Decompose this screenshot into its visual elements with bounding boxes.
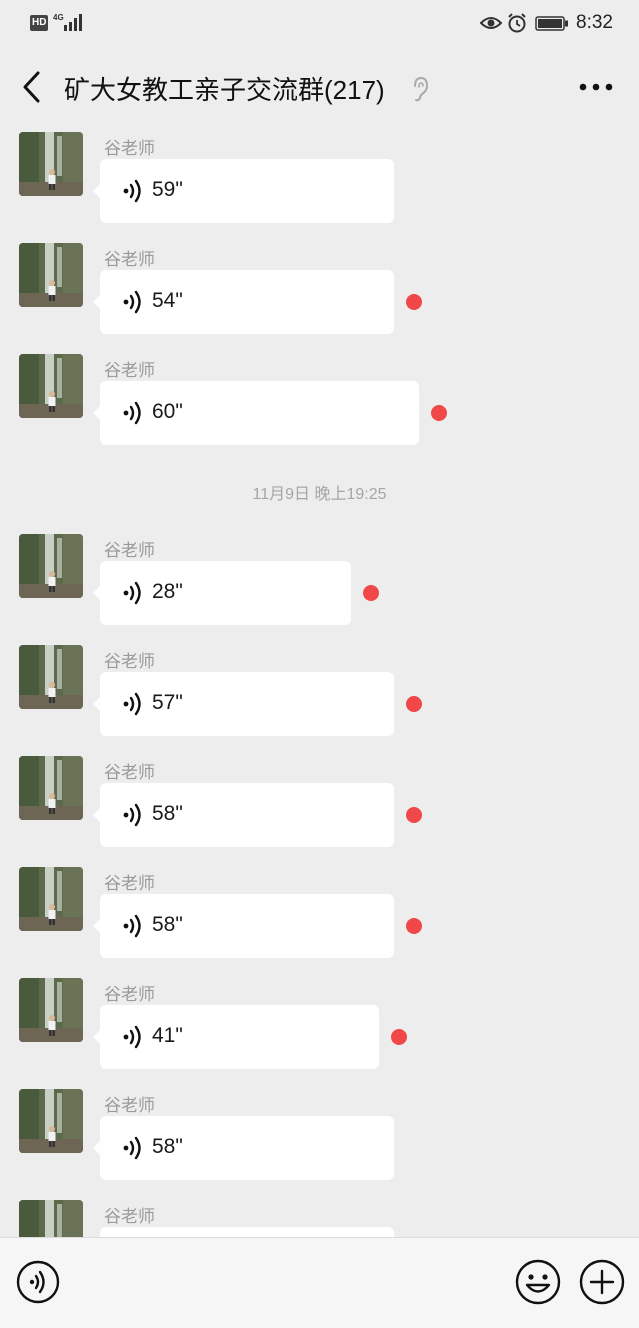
unread-dot bbox=[406, 696, 422, 712]
sender-name: 谷老师 bbox=[104, 652, 155, 671]
voice-duration: 28" bbox=[152, 580, 183, 603]
voice-message-bubble[interactable]: 60" bbox=[93, 381, 419, 445]
unread-dot bbox=[406, 918, 422, 934]
message-input[interactable] bbox=[76, 1252, 498, 1314]
voice-wave-icon bbox=[123, 803, 141, 827]
plus-icon[interactable] bbox=[578, 1258, 626, 1306]
unread-dot bbox=[391, 1029, 407, 1045]
sender-name: 谷老师 bbox=[104, 874, 155, 893]
chat-title: 矿大女教工亲子交流群(217) bbox=[64, 75, 385, 105]
voice-duration: 58" bbox=[152, 802, 183, 825]
voice-message-bubble[interactable]: 28" bbox=[93, 561, 351, 625]
avatar[interactable] bbox=[19, 1200, 83, 1237]
voice-duration: 54" bbox=[152, 289, 183, 312]
voice-wave-icon bbox=[123, 401, 141, 425]
input-bar bbox=[0, 1237, 639, 1328]
voice-wave-icon bbox=[123, 692, 141, 716]
unread-dot bbox=[406, 807, 422, 823]
earpiece-icon bbox=[414, 76, 429, 102]
more-icon[interactable] bbox=[578, 82, 614, 92]
voice-input-icon[interactable] bbox=[16, 1260, 60, 1304]
sender-name: 谷老师 bbox=[104, 763, 155, 782]
voice-message-bubble[interactable]: 41" bbox=[93, 1005, 379, 1069]
message-timestamp: 11月9日 晚上19:25 bbox=[252, 486, 387, 503]
voice-message-bubble[interactable] bbox=[100, 1227, 394, 1237]
voice-message-bubble[interactable]: 57" bbox=[93, 672, 394, 736]
voice-duration: 57" bbox=[152, 691, 183, 714]
sender-name: 谷老师 bbox=[104, 1207, 155, 1226]
eye-icon bbox=[480, 17, 502, 29]
voice-message-bubble[interactable]: 58" bbox=[93, 1116, 394, 1180]
unread-dot bbox=[363, 585, 379, 601]
voice-duration: 59" bbox=[152, 178, 183, 201]
unread-dot bbox=[431, 405, 447, 421]
sender-name: 谷老师 bbox=[104, 139, 155, 158]
battery-icon bbox=[535, 16, 568, 31]
emoji-icon[interactable] bbox=[514, 1258, 562, 1306]
chat-header: 矿大女教工亲子交流群(217) bbox=[0, 48, 639, 128]
voice-duration: 58" bbox=[152, 913, 183, 936]
sender-name: 谷老师 bbox=[104, 541, 155, 560]
avatar[interactable] bbox=[19, 756, 83, 820]
avatar[interactable] bbox=[19, 534, 83, 598]
sender-name: 谷老师 bbox=[104, 1096, 155, 1115]
voice-wave-icon bbox=[123, 290, 141, 314]
voice-duration: 41" bbox=[152, 1024, 183, 1047]
avatar[interactable] bbox=[19, 978, 83, 1042]
signal-icon bbox=[64, 14, 82, 31]
voice-wave-icon bbox=[123, 581, 141, 605]
voice-duration: 58" bbox=[152, 1135, 183, 1158]
avatar[interactable] bbox=[19, 354, 83, 418]
clock-time: 8:32 bbox=[576, 12, 613, 33]
voice-message-bubble[interactable]: 54" bbox=[93, 270, 394, 334]
hd-badge: HD bbox=[30, 15, 49, 31]
alarm-icon bbox=[508, 13, 526, 33]
avatar[interactable] bbox=[19, 645, 83, 709]
sender-name: 谷老师 bbox=[104, 985, 155, 1004]
voice-wave-icon bbox=[123, 1025, 141, 1049]
voice-message-bubble[interactable]: 58" bbox=[93, 783, 394, 847]
sender-name: 谷老师 bbox=[104, 361, 155, 380]
avatar[interactable] bbox=[19, 132, 83, 196]
avatar[interactable] bbox=[19, 243, 83, 307]
voice-wave-icon bbox=[123, 914, 141, 938]
chat-message-list[interactable]: 11月9日 晚上19:25 谷老师 59" 谷老师 54" 谷老师 60" 谷老师 28" 谷老… bbox=[0, 128, 639, 1237]
voice-wave-icon bbox=[123, 179, 141, 203]
back-icon[interactable] bbox=[18, 70, 44, 104]
status-bar: HD 4G 8:32 bbox=[0, 0, 639, 48]
avatar[interactable] bbox=[19, 867, 83, 931]
unread-dot bbox=[406, 294, 422, 310]
avatar[interactable] bbox=[19, 1089, 83, 1153]
voice-duration: 60" bbox=[152, 400, 183, 423]
voice-message-bubble[interactable]: 59" bbox=[93, 159, 394, 223]
voice-message-bubble[interactable]: 58" bbox=[93, 894, 394, 958]
sender-name: 谷老师 bbox=[104, 250, 155, 269]
voice-wave-icon bbox=[123, 1136, 141, 1160]
